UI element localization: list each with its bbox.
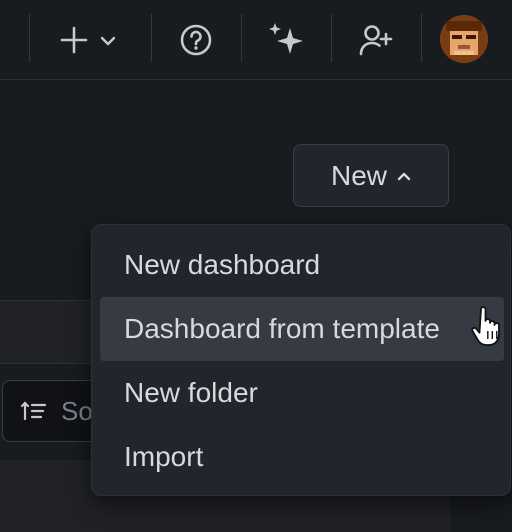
help-button[interactable] [178, 22, 214, 58]
toolbar-divider [29, 14, 30, 62]
menu-item-new-folder[interactable]: New folder [100, 361, 504, 425]
chevron-down-icon [100, 36, 116, 46]
new-button-label: New [330, 159, 387, 191]
plus-icon [60, 26, 88, 54]
toolbar-divider [331, 14, 332, 62]
sort-select-text: So [61, 395, 93, 426]
hand-cursor-icon [471, 306, 500, 346]
new-button[interactable]: New [293, 144, 449, 207]
assistant-button[interactable] [266, 20, 306, 60]
toolbar-divider [421, 14, 422, 62]
new-dropdown-menu: New dashboard Dashboard from template Ne… [91, 224, 511, 496]
avatar-icon [440, 15, 488, 63]
help-icon [180, 24, 212, 56]
menu-item-dashboard-from-template[interactable]: Dashboard from template [100, 297, 504, 361]
sparkle-icon [269, 23, 303, 54]
menu-item-new-dashboard[interactable]: New dashboard [100, 233, 504, 297]
menu-item-import[interactable]: Import [100, 425, 504, 489]
user-avatar[interactable] [440, 15, 488, 63]
toolbar-divider [151, 14, 152, 62]
invite-user-icon [359, 25, 393, 56]
background-panel [0, 300, 100, 364]
add-new-button[interactable] [58, 24, 122, 56]
top-navigation-bar [0, 0, 512, 80]
sort-icon [21, 401, 47, 421]
chevron-up-icon [397, 172, 411, 180]
invite-user-button[interactable] [358, 22, 394, 58]
toolbar-divider [241, 14, 242, 62]
